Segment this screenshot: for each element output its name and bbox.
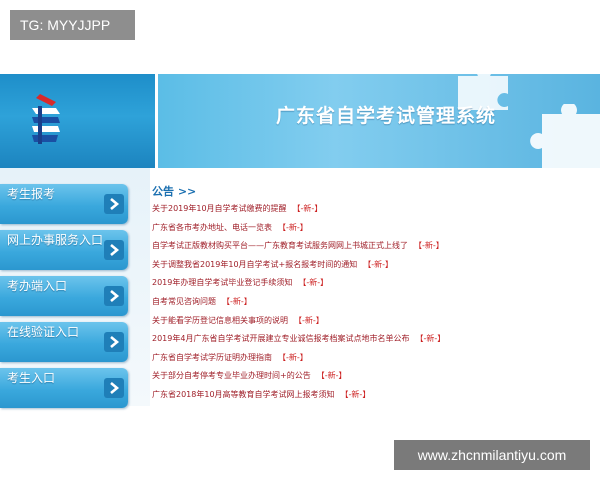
- notice-link[interactable]: 2019年办理自学考试毕业登记手续须知: [152, 278, 292, 287]
- sidebar-item-label: 网上办事服务入口: [7, 233, 104, 247]
- list-item[interactable]: 广东省2018年10月高等教育自学考试网上报考须知 【-新-】: [152, 386, 592, 405]
- notice-link[interactable]: 自考常见咨询问题: [152, 297, 216, 306]
- new-badge: 【-新-】: [415, 334, 446, 344]
- new-badge: 【-新-】: [222, 296, 252, 306]
- chevron-right-icon: [104, 286, 124, 306]
- new-badge: 【-新-】: [340, 389, 371, 399]
- notice-heading: 公告 >>: [152, 185, 197, 198]
- sidebar-item-label: 考生入口: [7, 371, 56, 385]
- exam-emblem-icon: [32, 94, 60, 144]
- sidebar-item-label: 考办端入口: [7, 279, 68, 293]
- list-item[interactable]: 广东省自学考试学历证明办理指南 【-新-】: [152, 349, 592, 368]
- puzzle-piece-icon: [530, 104, 600, 168]
- list-item[interactable]: 广东省各市考办地址、电话一览表 【-新-】: [152, 219, 592, 238]
- notice-link[interactable]: 关于2019年10月自学考试缴费的提醒: [152, 204, 287, 213]
- chevron-right-icon: [104, 240, 124, 260]
- sidebar-item-candidate-login[interactable]: 考生入口: [0, 368, 128, 408]
- notice-link[interactable]: 关于部分自考停考专业毕业办理时间+的公告: [152, 371, 311, 380]
- notice-link[interactable]: 广东省各市考办地址、电话一览表: [152, 223, 272, 232]
- list-item[interactable]: 2019年4月广东省自学考试开展建立专业诚信报考档案试点地市名单公布 【-新-】: [152, 330, 592, 349]
- new-badge: 【-新-】: [363, 259, 394, 269]
- chevron-right-icon: [104, 332, 124, 352]
- notice-link[interactable]: 自学考试正版教材购买平台——广东教育考试服务网网上书城正式上线了: [152, 241, 408, 250]
- sidebar-item-exam-office[interactable]: 考办端入口: [0, 276, 128, 316]
- new-badge: 【-新-】: [316, 371, 347, 381]
- notice-link[interactable]: 广东省自学考试学历证明办理指南: [152, 353, 272, 362]
- sidebar-item-online-verification[interactable]: 在线验证入口: [0, 322, 128, 362]
- notice-link[interactable]: 2019年4月广东省自学考试开展建立专业诚信报考档案试点地市名单公布: [152, 334, 409, 343]
- list-item[interactable]: 2019年办理自学考试毕业登记手续须知 【-新-】: [152, 274, 592, 293]
- new-badge: 【-新-】: [278, 222, 308, 232]
- list-item[interactable]: 关于部分自考停考专业毕业办理时间+的公告 【-新-】: [152, 367, 592, 386]
- notice-link[interactable]: 广东省2018年10月高等教育自学考试网上报考须知: [152, 390, 335, 399]
- logo-panel: [0, 74, 155, 168]
- title-panel: 广东省自学考试管理系统: [158, 74, 600, 168]
- new-badge: 【-新-】: [298, 278, 329, 288]
- list-item[interactable]: 自考常见咨询问题 【-新-】: [152, 293, 592, 312]
- sidebar-item-label: 考生报考: [7, 187, 56, 201]
- system-title: 广东省自学考试管理系统: [276, 105, 497, 127]
- notice-link[interactable]: 关于调整我省2019年10月自学考试+报名报考时间的通知: [152, 260, 357, 269]
- overlay-tag: TG: MYYJJPP: [10, 10, 135, 40]
- chevron-right-icon: [104, 194, 124, 214]
- watermark-label: www.zhcnmilantiyu.com: [394, 440, 590, 470]
- sidebar: 考生报考 网上办事服务入口 考办端入口 在线验证入口 考生入口: [0, 168, 150, 408]
- new-badge: 【-新-】: [278, 352, 308, 362]
- sidebar-item-label: 在线验证入口: [7, 325, 80, 339]
- new-badge: 【-新-】: [292, 204, 323, 213]
- notice-list: 关于2019年10月自学考试缴费的提醒 【-新-】 广东省各市考办地址、电话一览表…: [152, 200, 592, 405]
- list-item[interactable]: 自学考试正版教材购买平台——广东教育考试服务网网上书城正式上线了 【-新-】: [152, 237, 592, 256]
- new-badge: 【-新-】: [414, 241, 444, 251]
- sidebar-item-exam-registration[interactable]: 考生报考: [0, 184, 128, 224]
- list-item[interactable]: 关于能看学历登记信息相关事项的说明 【-新-】: [152, 312, 592, 331]
- chevron-right-icon: [104, 378, 124, 398]
- new-badge: 【-新-】: [294, 315, 324, 325]
- list-item[interactable]: 关于调整我省2019年10月自学考试+报名报考时间的通知 【-新-】: [152, 256, 592, 275]
- header-banner: 广东省自学考试管理系统: [0, 74, 600, 168]
- list-item[interactable]: 关于2019年10月自学考试缴费的提醒 【-新-】: [152, 200, 592, 219]
- notice-link[interactable]: 关于能看学历登记信息相关事项的说明: [152, 316, 288, 325]
- sidebar-item-online-services[interactable]: 网上办事服务入口: [0, 230, 128, 270]
